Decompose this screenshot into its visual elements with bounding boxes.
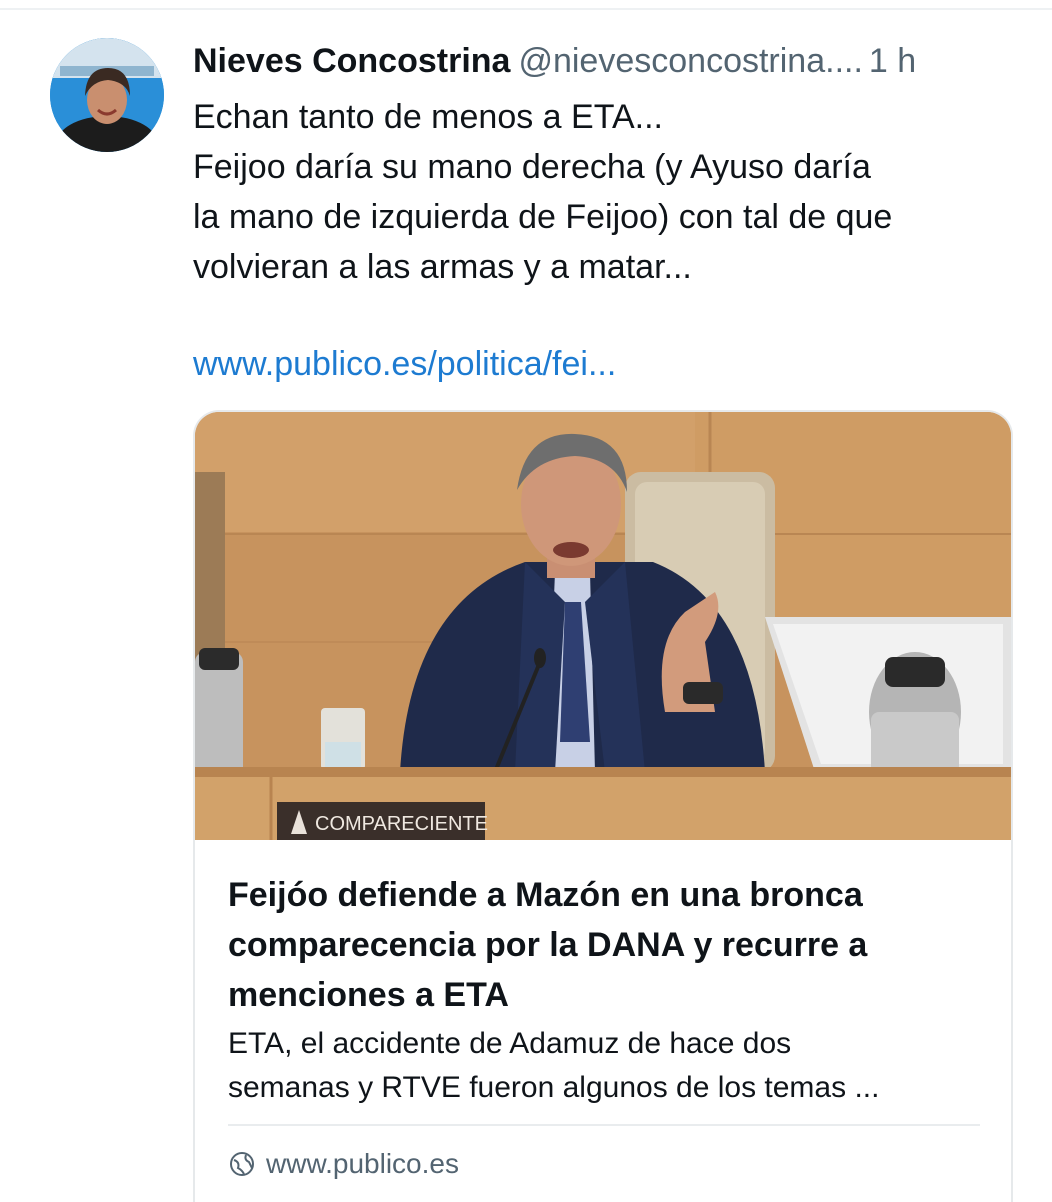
card-source[interactable]: www.publico.es: [228, 1144, 459, 1184]
card-title[interactable]: Feijóo defiende a Mazón en una bronca co…: [228, 870, 988, 1020]
author-handle[interactable]: @nievesconcostrina....: [518, 42, 862, 80]
tweet-text-line: Echan tanto de menos a ETA...: [193, 98, 663, 136]
avatar[interactable]: [50, 38, 164, 152]
tweet-link[interactable]: www.publico.es/politica/fei...: [193, 340, 616, 388]
author-name[interactable]: Nieves Concostrina: [193, 42, 510, 80]
card-title-line: menciones a ETA: [228, 976, 509, 1014]
tweet-text-line: la mano de izquierda de Feijoo) con tal …: [193, 198, 893, 236]
card-title-line: comparecencia por la DANA y recurre a: [228, 926, 868, 964]
link-preview-card[interactable]: COMPARECIENTE Feijóo defiende a Mazón en…: [193, 410, 1013, 1202]
card-source-domain: www.publico.es: [266, 1148, 459, 1179]
divider: [0, 8, 1052, 10]
tweet-header: Nieves Concostrina @nievesconcostrina....…: [193, 38, 1023, 84]
card-image[interactable]: COMPARECIENTE: [195, 412, 1011, 840]
avatar-photo: [50, 38, 164, 152]
globe-icon: [230, 1152, 254, 1176]
tweet-text-line: volvieran a las armas y a matar...: [193, 248, 692, 286]
card-description: ETA, el accidente de Adamuz de hace dos …: [228, 1022, 988, 1110]
tweet-text-line: Feijoo daría su mano derecha (y Ayuso da…: [193, 148, 871, 186]
card-divider: [228, 1124, 980, 1126]
card-description-line: semanas y RTVE fueron algunos de los tem…: [228, 1071, 880, 1104]
card-title-line: Feijóo defiende a Mazón en una bronca: [228, 876, 863, 914]
tweet-text: Echan tanto de menos a ETA... Feijoo dar…: [193, 92, 1023, 292]
card-image-caption: COMPARECIENTE: [315, 813, 488, 835]
tweet-time[interactable]: 1 h: [869, 42, 916, 80]
card-description-line: ETA, el accidente de Adamuz de hace dos: [228, 1027, 792, 1060]
